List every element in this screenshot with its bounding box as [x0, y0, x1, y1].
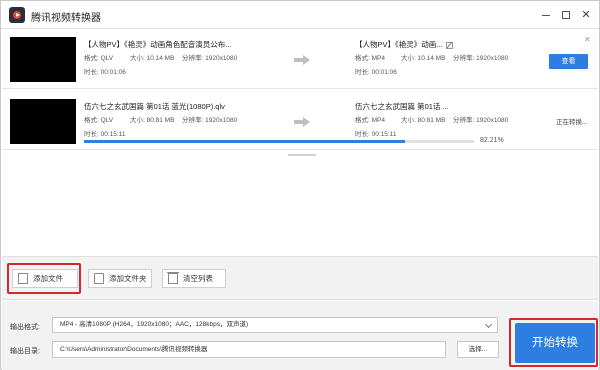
output-size: 大小: 80.81 MB	[401, 117, 446, 124]
output-resolution: 分辨率: 1920x1080	[453, 55, 509, 62]
progress-bar	[84, 140, 474, 143]
clear-list-button[interactable]: 清空列表	[162, 269, 226, 288]
convert-arrow-icon	[294, 117, 310, 127]
chevron-down-icon	[484, 320, 493, 329]
source-duration: 时长: 00:15:11	[84, 131, 126, 138]
output-info: 伍六七之玄武国篇 第01话 ... 格式: MP4 大小: 80.81 MB 分辨率…	[355, 102, 545, 140]
source-format: 格式: QLV	[84, 55, 114, 62]
view-button[interactable]: 查看	[549, 54, 588, 69]
app-title: 腾讯视频转换器	[31, 13, 101, 24]
convert-arrow-icon	[294, 55, 310, 65]
source-size: 大小: 10.14 MB	[130, 55, 175, 62]
source-resolution: 分辨率: 1920x1080	[182, 55, 238, 62]
output-format-select[interactable]: MP4 - 高清1080P (H264，1920x1080；AAC，128kbp…	[52, 317, 498, 333]
source-file-name: 【人物PV】《艳灵》动画角色配音演员公布...	[84, 40, 232, 49]
edit-icon[interactable]	[445, 41, 453, 49]
conversion-status: 正在转换...	[556, 119, 588, 126]
video-thumbnail	[10, 37, 76, 82]
add-folder-button[interactable]: 添加文件夹	[88, 269, 152, 288]
progress-bar-fill	[84, 140, 405, 143]
output-resolution: 分辨率: 1920x1080	[453, 117, 509, 124]
maximize-button[interactable]	[557, 6, 575, 24]
title-bar: 腾讯视频转换器 ✕	[1, 1, 599, 29]
close-button[interactable]: ✕	[577, 6, 595, 24]
source-size: 大小: 80.81 MB	[130, 117, 175, 124]
list-resize-handle[interactable]	[288, 154, 316, 156]
highlight-box-start	[509, 318, 598, 367]
toolbar: 添加文件 添加文件夹 清空列表	[2, 256, 598, 300]
progress-percent: 82.21%	[480, 137, 504, 144]
video-thumbnail	[10, 99, 76, 144]
remove-task-icon[interactable]: ✕	[584, 35, 591, 44]
output-duration: 时长: 00:01:06	[355, 69, 397, 76]
task-item: 【人物PV】《艳灵》动画角色配音演员公布... 格式: QLV 大小: 10.14…	[2, 30, 598, 89]
source-duration: 时长: 00:01:06	[84, 69, 126, 76]
output-format: 格式: MP4	[355, 55, 385, 62]
task-item: 伍六七之玄武国篇 第01话 蓝光(1080P).qlv 格式: QLV 大小: 8…	[2, 92, 598, 150]
output-dir-label: 输出目录:	[10, 348, 40, 355]
folder-icon	[94, 273, 104, 284]
close-icon: ✕	[581, 9, 591, 21]
output-dir-field[interactable]: C:\Users\Administrator\Documents\腾讯视频转换器	[52, 341, 446, 358]
highlight-box-add-file	[7, 263, 81, 294]
source-format: 格式: QLV	[84, 117, 114, 124]
output-file-name: 【人物PV】《艳灵》动画...	[355, 40, 443, 49]
trash-icon	[167, 272, 179, 284]
source-resolution: 分辨率: 1920x1080	[182, 117, 238, 124]
add-folder-label: 添加文件夹	[109, 274, 147, 283]
app-logo-icon	[9, 7, 25, 23]
output-duration: 时长: 00:15:11	[355, 131, 397, 138]
browse-button[interactable]: 选择...	[457, 341, 499, 358]
maximize-icon	[562, 11, 570, 19]
output-format-label: 输出格式:	[10, 324, 40, 331]
source-file-name: 伍六七之玄武国篇 第01话 蓝光(1080P).qlv	[84, 102, 225, 111]
task-list: 【人物PV】《艳灵》动画角色配音演员公布... 格式: QLV 大小: 10.14…	[2, 30, 598, 256]
app-window: 腾讯视频转换器 ✕ 【人物PV】《艳灵》动画角色配音演员公布... 格式: QL…	[0, 0, 600, 370]
minimize-button[interactable]	[537, 6, 555, 24]
source-info: 【人物PV】《艳灵》动画角色配音演员公布... 格式: QLV 大小: 10.14…	[84, 40, 284, 78]
source-info: 伍六七之玄武国篇 第01话 蓝光(1080P).qlv 格式: QLV 大小: 8…	[84, 102, 284, 140]
clear-list-label: 清空列表	[183, 274, 213, 283]
output-format: 格式: MP4	[355, 117, 385, 124]
output-size: 大小: 10.14 MB	[401, 55, 446, 62]
output-info: 【人物PV】《艳灵》动画... 格式: MP4 大小: 10.14 MB 分辨率: …	[355, 40, 545, 78]
output-file-name: 伍六七之玄武国篇 第01话 ...	[355, 102, 449, 111]
minimize-icon	[542, 15, 550, 16]
output-format-value: MP4 - 高清1080P (H264，1920x1080；AAC，128kbp…	[60, 321, 249, 328]
